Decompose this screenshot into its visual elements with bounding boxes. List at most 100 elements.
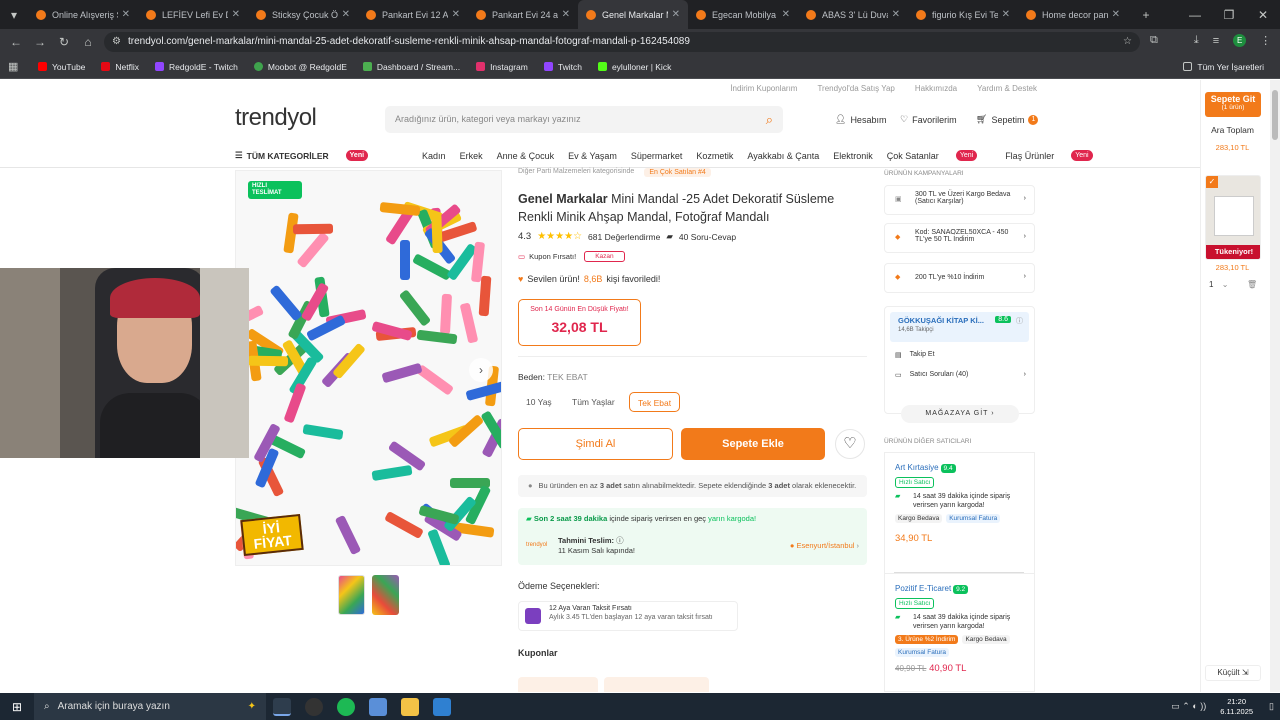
tab-10[interactable]: Home decor pano ✕: [1018, 0, 1128, 29]
store-header[interactable]: GÖKKUŞAĞI KİTAP Kİ... 8.6 ⓘ 14,6B Takipç…: [890, 312, 1029, 342]
seller-card-2[interactable]: Pozitif E-Ticaret 9.2 Hızlı Satıcı ▰ 14 s…: [884, 574, 1035, 692]
bookmark-kick[interactable]: eylulloner | Kick: [597, 62, 671, 72]
tab-3[interactable]: Sticksy Çocuk Öğr ✕: [248, 0, 358, 29]
page-scrollbar[interactable]: [1270, 80, 1280, 692]
tab-1[interactable]: Online Alışveriş Sit ✕: [28, 0, 138, 29]
account-link[interactable]: 👤︎ Hesabım: [835, 114, 886, 125]
search-input[interactable]: Aradığınız ürün, kategori veya markayı y…: [385, 106, 783, 133]
new-tab-icon[interactable]: +: [1134, 8, 1158, 22]
obs-icon[interactable]: [305, 697, 323, 716]
nav-supermarket[interactable]: Süpermarket: [631, 151, 683, 161]
thumbnail-2[interactable]: [372, 575, 399, 615]
brand-name[interactable]: Genel Markalar: [518, 192, 608, 206]
site-info-icon[interactable]: ⚙: [112, 32, 121, 52]
buy-now-button[interactable]: Şimdi Al: [518, 428, 673, 460]
notification-icon[interactable]: ▯: [1269, 701, 1274, 712]
bookmark-twitch[interactable]: Twitch: [543, 62, 582, 72]
forward-icon[interactable]: →: [28, 35, 52, 49]
nav-erkek[interactable]: Erkek: [460, 151, 483, 161]
seller-card-1[interactable]: Art Kırtasiye 9.4 Hızlı Satıcı ▰ 14 saat …: [884, 452, 1035, 574]
tab-5[interactable]: Pankart Evi 24 adet ✕: [468, 0, 578, 29]
chrome-icon[interactable]: [273, 697, 291, 716]
favorites-link[interactable]: ♡ Favorilerim: [900, 114, 957, 125]
file-explorer-icon[interactable]: [401, 697, 419, 716]
all-categories-button[interactable]: ☰ TÜM KATEGORİLER Yeni: [235, 150, 382, 161]
bookmark-twitch-redgolde[interactable]: RedgoldE - Twitch: [155, 62, 238, 72]
bestseller-badge[interactable]: En Çok Satılan #4: [644, 168, 711, 177]
media-icon[interactable]: ≡: [1213, 35, 1219, 47]
close-tab-icon[interactable]: ✕: [1112, 9, 1120, 20]
minimize-icon[interactable]: —: [1178, 8, 1212, 22]
spotify-icon[interactable]: [337, 697, 355, 716]
app-icon[interactable]: [369, 697, 387, 716]
nav-bestsellers[interactable]: Çok Satanlar Yeni: [887, 150, 991, 161]
nav-ev-yasam[interactable]: Ev & Yaşam: [568, 151, 617, 161]
tab-6[interactable]: Genel Markalar M ✕: [578, 0, 688, 29]
coupon-win-button[interactable]: Kazan: [584, 251, 625, 262]
close-tab-icon[interactable]: ✕: [672, 9, 680, 20]
tab-search-icon[interactable]: ▾: [0, 8, 28, 22]
extensions-icon[interactable]: ⧉: [1150, 34, 1158, 47]
tab-8[interactable]: ABAS 3' Lü Duvar ✕: [798, 0, 908, 29]
nav-kadin[interactable]: Kadın: [422, 151, 446, 161]
close-tab-icon[interactable]: ✕: [342, 9, 350, 20]
cart-link[interactable]: 🛒︎ Sepetim 1: [976, 114, 1039, 125]
checkbox-checked-icon[interactable]: ✓: [1206, 176, 1218, 188]
location-link[interactable]: ● Esenyurt/İstanbul ›: [790, 541, 859, 550]
maximize-icon[interactable]: ❐: [1212, 8, 1246, 22]
bookmark-moobot[interactable]: Moobot @ RedgoldE: [253, 62, 347, 72]
close-tab-icon[interactable]: ✕: [122, 9, 130, 20]
size-tum-yaslar[interactable]: Tüm Yaşlar: [564, 392, 623, 412]
profile-avatar[interactable]: E: [1233, 34, 1247, 47]
clock[interactable]: 21:20 6.11.2025: [1220, 697, 1253, 717]
taskbar-search[interactable]: ⌕ Aramak için buraya yazın ✦: [34, 693, 266, 720]
bookmark-youtube[interactable]: YouTube: [38, 62, 85, 72]
close-tab-icon[interactable]: ✕: [232, 9, 240, 20]
campaign-1[interactable]: ▣ 300 TL ve Üzeri Kargo Bedava (Satıcı Ka…: [884, 185, 1035, 215]
installment-card[interactable]: 12 Aya Varan Taksit Fırsatı Aylık 3.45 T…: [518, 601, 738, 631]
tab-2[interactable]: LEFİEV Lefi Ev Deko ✕: [138, 0, 248, 29]
apps-icon[interactable]: ▦: [8, 60, 18, 73]
cart-item-image[interactable]: ✓ Tükeniyor!: [1205, 175, 1261, 260]
coupon-card-1[interactable]: [518, 677, 598, 692]
trendyol-logo[interactable]: trendyol: [235, 104, 317, 132]
campaign-3[interactable]: ◆ 200 TL'ye %10 İndirim ›: [884, 263, 1035, 293]
download-icon[interactable]: ⤓: [1194, 34, 1199, 47]
trash-icon[interactable]: 🗑︎: [1247, 280, 1257, 289]
url-field[interactable]: ⚙ trendyol.com/genel-markalar/mini-mandal…: [104, 32, 1140, 52]
bookmark-dashboard[interactable]: Dashboard / Stream...: [362, 62, 460, 72]
bookmark-instagram[interactable]: Instagram: [476, 62, 528, 72]
category-note-text[interactable]: Diğer Parti Malzemeleri kategorisinde: [518, 168, 634, 177]
top-link-help[interactable]: Yardım & Destek: [977, 84, 1037, 93]
close-window-icon[interactable]: ✕: [1246, 8, 1280, 22]
follow-row[interactable]: ▤ Takip Et: [885, 347, 1034, 363]
seller-1-name[interactable]: Art Kırtasiye: [895, 463, 939, 472]
scrollbar-thumb[interactable]: [1272, 90, 1278, 140]
shrink-button[interactable]: Küçült ⇲: [1205, 665, 1261, 681]
all-bookmarks[interactable]: Tüm Yer İşaretleri: [1183, 62, 1264, 72]
top-link-about[interactable]: Hakkımızda: [915, 84, 957, 93]
nav-ayakkabi-canta[interactable]: Ayakkabı & Çanta: [747, 151, 819, 161]
qty-select[interactable]: 1 ⌄: [1209, 280, 1228, 289]
reload-icon[interactable]: ↻: [52, 35, 76, 49]
qa-link[interactable]: 40 Soru-Cevap: [679, 232, 736, 242]
size-tek-ebat[interactable]: Tek Ebat: [629, 392, 681, 412]
nav-kozmetik[interactable]: Kozmetik: [696, 151, 733, 161]
add-to-cart-button[interactable]: Sepete Ekle: [681, 428, 825, 460]
tab-9[interactable]: figurio Kış Evi Tea ✕: [908, 0, 1018, 29]
favorite-heart-icon[interactable]: ♡: [835, 429, 865, 459]
thumbnail-1[interactable]: [338, 575, 365, 615]
go-to-store-button[interactable]: MAĞAZAYA GİT ›: [901, 405, 1019, 423]
nav-anne-cocuk[interactable]: Anne & Çocuk: [497, 151, 555, 161]
reviews-link[interactable]: 681 Değerlendirme: [588, 232, 660, 242]
search-icon[interactable]: ⌕: [766, 106, 773, 133]
bookmark-netflix[interactable]: Netflix: [101, 62, 139, 72]
close-tab-icon[interactable]: ✕: [782, 9, 790, 20]
tab-7[interactable]: Egecan Mobilya B ✕: [688, 0, 798, 29]
close-tab-icon[interactable]: ✕: [892, 9, 900, 20]
seller-2-name[interactable]: Pozitif E-Ticaret: [895, 584, 951, 593]
top-link-coupons[interactable]: İndirim Kuponlarım: [730, 84, 797, 93]
editor-icon[interactable]: [433, 697, 451, 716]
close-tab-icon[interactable]: ✕: [452, 9, 460, 20]
size-10-yas[interactable]: 10 Yaş: [518, 392, 560, 412]
